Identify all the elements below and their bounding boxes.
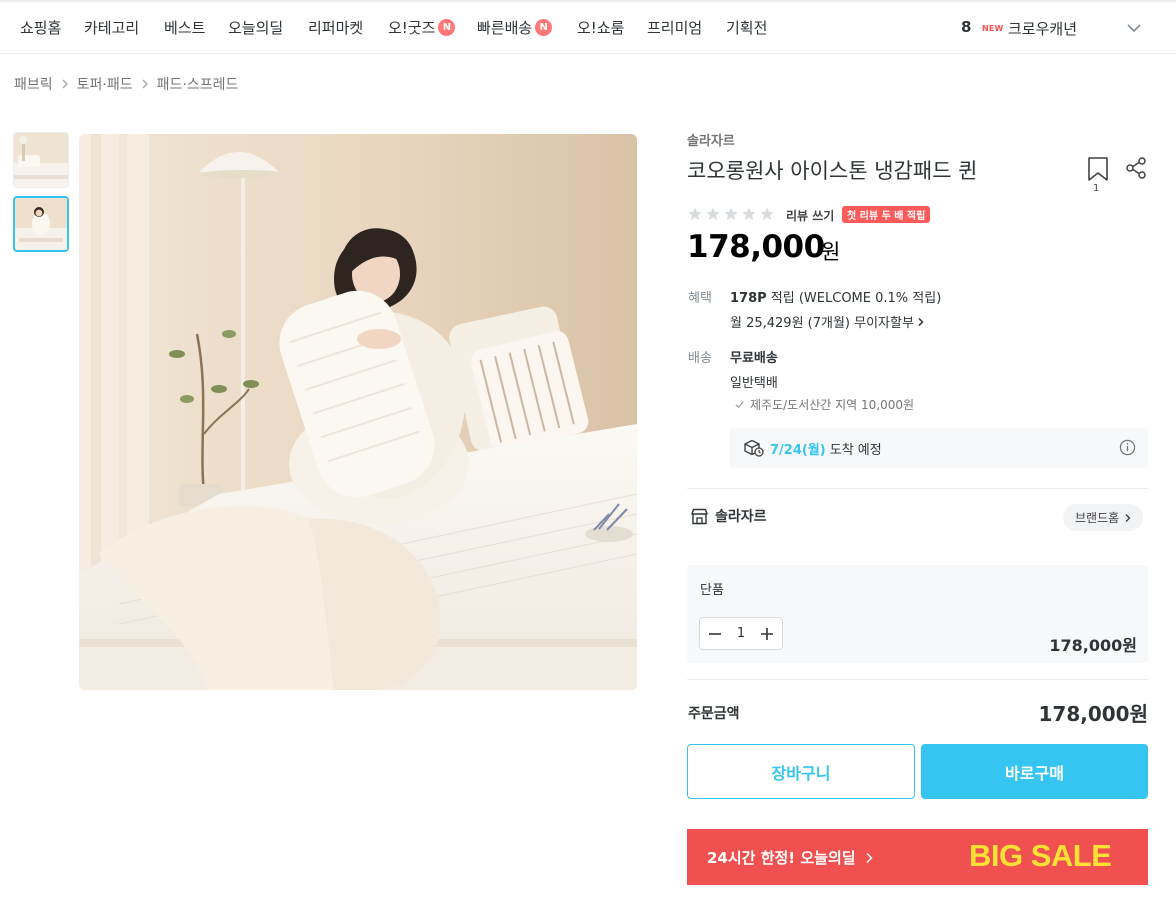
shipping-label: 배송 [688,351,712,366]
order-total-value: 178,000원 [1038,702,1149,726]
star-icon [760,207,774,220]
chevron-right-icon [866,852,873,863]
nav-item-todays-deal[interactable]: 오늘의딜 [228,17,283,38]
chevron-right-icon [142,79,148,89]
top-nav: 쇼핑홈 카테고리 베스트 오늘의딜 리퍼마켓 오!굿즈 N 빠른배송 N 오!쇼룸 … [0,0,1176,54]
nav-item-premium[interactable]: 프리미엄 [647,17,702,38]
nav-item-label: 오늘의딜 [228,19,284,37]
eta-date: 7/24(월) [770,442,826,458]
big-sale-banner[interactable]: 24시간 한정! 오늘의딜 BIG SALE [687,829,1148,885]
thumbnail-image [14,133,68,187]
breadcrumb-item[interactable]: 패드·스프레드 [157,74,239,94]
nav-item-label: 쇼핑홈 [20,19,62,37]
add-to-cart-button[interactable]: 장바구니 [687,744,915,799]
nav-item-best[interactable]: 베스트 [164,17,205,38]
quantity-stepper: 1 [699,617,783,650]
product-brand[interactable]: 솔라자르 [687,130,735,149]
eta-text: 도착 예정 [829,442,882,458]
shipping-type: 무료배송 [730,351,778,366]
product-title: 코오롱원사 아이스톤 냉감패드 퀸 [687,159,978,183]
breadcrumb-item[interactable]: 토퍼·패드 [77,74,133,94]
share-icon[interactable] [1125,157,1147,179]
price-unit: 원 [821,240,841,264]
brand-home-label: 브랜드홈 [1075,511,1120,525]
shipping-extra-text: 제주도/도서산간 지역 10,000원 [750,398,915,412]
plus-icon[interactable] [758,625,776,643]
store-icon [691,508,708,524]
thumbnail-image [15,198,67,250]
new-badge: N [438,19,456,36]
nav-item-label: 카테고리 [84,19,140,37]
divider [687,488,1148,489]
benefit-label: 혜택 [688,291,712,306]
points-amount: 178P [730,291,767,306]
ranking-keyword[interactable]: 크로우캐년 [1008,18,1077,39]
banner-big-sale: BIG SALE [969,838,1112,873]
product-price: 178,000 [687,229,825,265]
rating-stars [687,206,775,222]
info-icon[interactable] [1119,439,1136,456]
nav-item-label: 오!쇼룸 [577,19,625,37]
nav-item-category[interactable]: 카테고리 [84,17,139,38]
review-promo-badge: 첫 리뷰 두 배 적립 [842,206,931,223]
new-badge: N [535,19,553,36]
nav-item-o-goods[interactable]: 오!굿즈 N [388,17,456,38]
nav-item-label: 오!굿즈 [388,19,436,37]
delivery-eta-box: 7/24(월) 도착 예정 [730,428,1148,468]
star-icon [742,207,756,220]
product-thumbnail[interactable] [13,132,69,188]
divider [687,679,1148,680]
star-icon [724,207,738,220]
chevron-right-icon [62,79,68,89]
shipping-extra: 제주도/도서산간 지역 10,000원 [734,396,914,413]
nav-item-exhibitions[interactable]: 기획전 [726,17,767,38]
star-icon [688,207,702,220]
banner-text-row: 24시간 한정! 오늘의딜 [707,847,874,868]
minus-icon[interactable] [706,625,724,643]
breadcrumb-item[interactable]: 패브릭 [14,74,53,94]
nav-item-label: 베스트 [164,19,206,37]
banner-text: 24시간 한정! 오늘의딜 [707,849,856,867]
nav-item-shopping-home[interactable]: 쇼핑홈 [20,17,61,38]
brand-row-name: 솔라자르 [715,509,767,525]
points-detail: 적립 (WELCOME 0.1% 적립) [766,291,942,306]
check-icon [735,401,744,409]
benefit-points: 178P 적립 (WELCOME 0.1% 적립) [730,287,941,306]
brand-home-button[interactable]: 브랜드홈 [1063,504,1144,531]
nav-item-o-showroom[interactable]: 오!쇼룸 [577,17,624,38]
buy-now-button[interactable]: 바로구매 [921,744,1148,799]
product-thumbnail-selected[interactable] [13,196,69,252]
nav-item-label: 리퍼마켓 [308,19,364,37]
star-icon [706,207,720,220]
quantity-value[interactable]: 1 [737,626,745,641]
nav-item-fast-delivery[interactable]: 빠른배송 N [477,17,553,38]
selected-option-box: 단품 1 178,000원 [687,565,1148,663]
order-total-label: 주문금액 [688,706,740,722]
installment-text: 월 25,429원 (7개월) 무이자할부 [730,316,914,331]
ranking-number: 8 [961,18,972,36]
chevron-down-icon[interactable] [1124,18,1144,38]
chevron-right-icon [1125,513,1131,522]
bedroom-photo [79,134,637,690]
bookmark-icon[interactable] [1087,156,1109,182]
nav-item-label: 기획전 [726,19,768,37]
nav-item-label: 빠른배송 [477,19,533,37]
ranking-new-tag: NEW [982,24,1004,33]
product-main-image [79,134,637,690]
breadcrumb: 패브릭 토퍼·패드 패드·스프레드 [14,74,238,94]
chevron-right-icon [918,317,924,326]
nav-item-refurb-market[interactable]: 리퍼마켓 [308,17,363,38]
bookmark-count: 1 [1093,183,1100,194]
option-price: 178,000원 [1049,636,1137,655]
delivery-box-icon [744,439,764,457]
review-write-link[interactable]: 리뷰 쓰기 [786,207,834,224]
nav-item-label: 프리미엄 [647,19,703,37]
option-name: 단품 [700,583,724,598]
brand-row[interactable]: 솔라자르 [690,506,767,526]
installment-link[interactable]: 월 25,429원 (7개월) 무이자할부 [730,312,926,331]
shipping-method: 일반택배 [730,376,778,391]
